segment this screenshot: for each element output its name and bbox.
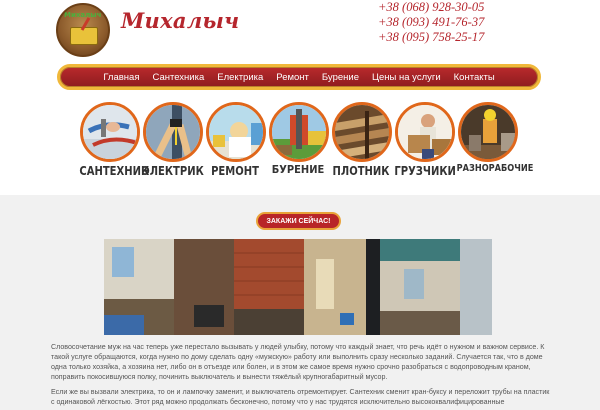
nav-item-drilling[interactable]: Бурение [322, 72, 359, 83]
intro-paragraph: Словосочетание муж на час теперь уже пер… [51, 343, 545, 381]
service-label: РЕМОНТ [211, 163, 259, 178]
service-label: ГРУЗЧИКИ [394, 163, 456, 178]
toolbox-shape [70, 27, 98, 45]
carpenter-icon[interactable] [332, 102, 392, 162]
nav-item-plumbing[interactable]: Сантехника [152, 72, 204, 83]
nav-item-contacts[interactable]: Контакты [454, 72, 495, 83]
phone-number[interactable]: +38 (095) 758-25-17 [378, 30, 488, 45]
nav-item-prices[interactable]: Цены на услуги [372, 72, 441, 83]
electrician-icon[interactable] [143, 102, 203, 162]
service-label: ЭЛЕКТРИК [142, 163, 204, 178]
service-label: САНТЕХНИК [79, 163, 150, 178]
plumber-icon[interactable] [80, 102, 140, 162]
main-nav: Главная Сантехника Електрика Ремонт Буре… [57, 64, 541, 90]
phone-number[interactable]: +38 (068) 928-30-05 [378, 0, 488, 15]
service-label: РАЗНОРАБОЧИЕ [456, 163, 534, 174]
repair-icon[interactable] [206, 102, 266, 162]
service-label: ПЛОТНИК [332, 163, 390, 178]
drilling-icon[interactable] [269, 102, 329, 162]
toolbox-logo-icon[interactable]: Михалыч [56, 3, 110, 57]
handyman-icon[interactable] [458, 102, 518, 162]
nav-item-repair[interactable]: Ремонт [276, 72, 309, 83]
brand-name[interactable]: Михалыч [121, 8, 240, 33]
logo-tag-text: Михалыч [64, 11, 102, 19]
phone-number[interactable]: +38 (093) 491-76-37 [378, 15, 488, 30]
panorama-photo [104, 239, 492, 335]
phone-list: +38 (068) 928-30-05 +38 (093) 491-76-37 … [378, 0, 488, 45]
nav-item-home[interactable]: Главная [103, 72, 139, 83]
second-paragraph: Если же вы вызвали электрика, то он и ла… [51, 388, 550, 406]
movers-icon[interactable] [395, 102, 455, 162]
service-label: БУРЕНИЕ [271, 163, 325, 176]
nav-item-electrics[interactable]: Електрика [217, 72, 263, 83]
order-now-button[interactable]: ЗАКАЖИ СЕЙЧАС! [256, 212, 341, 230]
services-row: САНТЕХНИК ЭЛЕКТРИК РЕМОНТ БУРЕНИЕ ПЛОТНИ… [78, 102, 534, 184]
